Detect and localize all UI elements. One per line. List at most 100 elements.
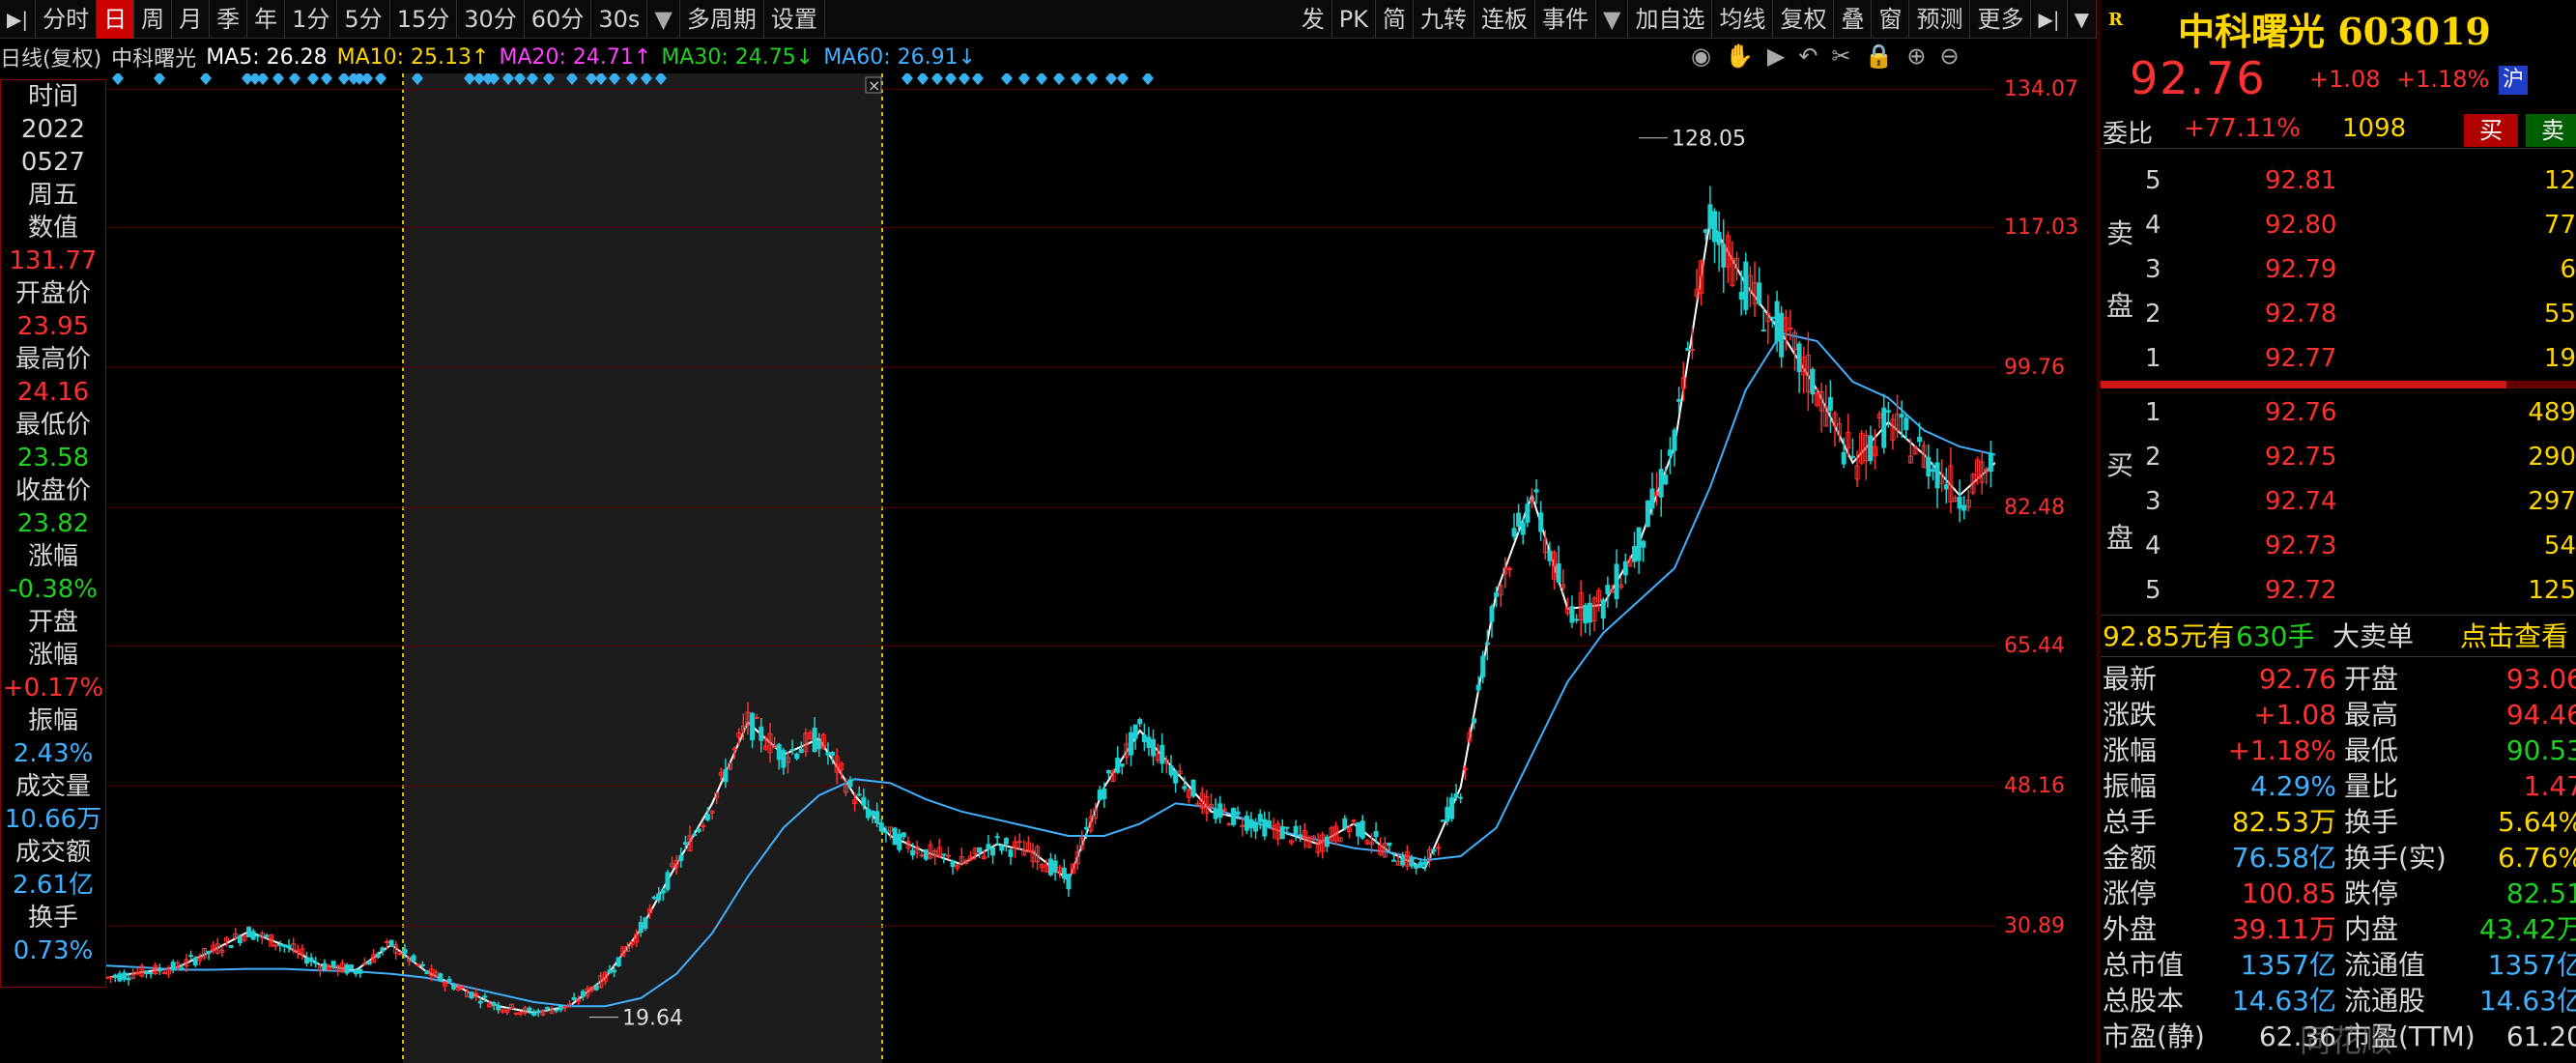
- big-order-price: 92.85元有: [2103, 620, 2235, 652]
- period-tab[interactable]: 30分: [457, 0, 525, 39]
- eye-icon[interactable]: ◉: [1691, 43, 1711, 70]
- stat-value: 14.63亿: [2231, 985, 2336, 1017]
- period-tab[interactable]: 1分: [285, 0, 338, 39]
- toolbar-button[interactable]: 预测: [1909, 0, 1971, 39]
- period-tab[interactable]: 分时: [36, 0, 98, 39]
- toolbar-button[interactable]: 均线: [1712, 0, 1774, 39]
- candle-body: [1414, 864, 1419, 869]
- ma10-label[interactable]: MA10: 25.13↑: [337, 45, 490, 70]
- candle-body: [758, 726, 764, 741]
- book-row[interactable]: 2 92.75 290: [2101, 435, 2576, 479]
- toolbar-button[interactable]: 连板: [1474, 0, 1536, 39]
- price-tick-label: 65.44: [2004, 634, 2065, 659]
- candle-body: [1961, 504, 1967, 511]
- ma20-label[interactable]: MA20: 24.71↑: [499, 45, 651, 70]
- candle-body: [1645, 500, 1650, 528]
- candle-body: [1707, 204, 1713, 229]
- period-tab[interactable]: 15分: [390, 0, 458, 39]
- event-dropdown-icon[interactable]: ▼: [1596, 0, 1629, 39]
- toolbar-button[interactable]: 发: [1295, 0, 1332, 39]
- play-icon[interactable]: ▶: [1767, 43, 1785, 70]
- candle-body: [1885, 410, 1891, 413]
- book-price: 92.77: [2265, 344, 2337, 373]
- toolbar-button[interactable]: PK: [1332, 0, 1377, 39]
- period-tab[interactable]: 30s: [591, 0, 648, 39]
- candle-body: [1605, 585, 1611, 594]
- ma60-label[interactable]: MA60: 26.91↓: [823, 45, 976, 70]
- kline-chart[interactable]: × 128.05 19.64: [106, 73, 1995, 1063]
- toolbar-button[interactable]: 简: [1376, 0, 1415, 39]
- big-order-row[interactable]: 92.85元有 630手 大卖单 点击查看: [2101, 615, 2576, 657]
- book-row[interactable]: 1 92.76 489: [2101, 390, 2576, 435]
- info-cell: 收盘价: [14, 476, 91, 505]
- big-order-link[interactable]: 点击查看: [2460, 616, 2568, 658]
- toolbar-button[interactable]: 九转: [1414, 0, 1475, 39]
- book-row[interactable]: 5 92.72 125: [2101, 568, 2576, 613]
- book-row[interactable]: 3 92.74 297: [2101, 479, 2576, 524]
- zoom-in-icon[interactable]: ⊕: [1906, 43, 1926, 70]
- candle-body: [250, 931, 256, 940]
- rating-flag: R: [2108, 10, 2123, 30]
- price-tick-label: 117.03: [2004, 215, 2078, 241]
- candle-body: [188, 955, 194, 958]
- toolbar-button[interactable]: 事件: [1535, 0, 1597, 39]
- candle-body: [1387, 842, 1392, 847]
- book-row[interactable]: 4 92.73 54: [2101, 524, 2576, 568]
- period-tab[interactable]: 多周期: [680, 0, 764, 39]
- candle-body: [1516, 512, 1522, 528]
- undo-icon[interactable]: ↶: [1798, 43, 1818, 70]
- period-tab[interactable]: 5分: [337, 0, 390, 39]
- candle-body: [1743, 261, 1749, 310]
- candle-body: [1827, 397, 1833, 411]
- buy-button[interactable]: 买: [2464, 114, 2518, 147]
- book-row[interactable]: 4 92.80 77: [2101, 203, 2576, 247]
- price-tick-label: 48.16: [2004, 774, 2065, 799]
- weibi-row: 委比 +77.11% 1098 买 卖: [2101, 110, 2576, 149]
- zoom-out-icon[interactable]: ⊖: [1940, 43, 1960, 70]
- ma30-label[interactable]: MA30: 24.75↓: [661, 45, 814, 70]
- book-level: 2: [2145, 300, 2161, 329]
- book-row[interactable]: 1 92.77 19: [2101, 336, 2576, 381]
- price-change: +1.08: [2309, 66, 2381, 93]
- ma5-label[interactable]: MA5: 26.28: [206, 45, 327, 70]
- period-tab[interactable]: 60分: [525, 0, 592, 39]
- scissors-icon[interactable]: ✂: [1831, 43, 1850, 70]
- period-tab[interactable]: 月: [172, 0, 211, 39]
- toolbar-button[interactable]: 窗: [1872, 0, 1910, 39]
- sell-button[interactable]: 卖: [2526, 114, 2576, 147]
- period-dropdown-icon[interactable]: ▼: [647, 0, 680, 39]
- candle-body: [1284, 826, 1290, 829]
- book-row[interactable]: 2 92.78 55: [2101, 292, 2576, 336]
- candle-body: [192, 957, 198, 966]
- period-tab[interactable]: 日: [97, 0, 135, 39]
- toolbar-button[interactable]: 叠: [1834, 0, 1873, 39]
- book-row[interactable]: 3 92.79 6: [2101, 247, 2576, 292]
- stat-row: 涨幅 +1.18% 最低 90.53: [2101, 733, 2576, 768]
- candle-body: [1587, 602, 1592, 623]
- toolbar-button[interactable]: 复权: [1773, 0, 1835, 39]
- lock-icon[interactable]: 🔒: [1865, 43, 1894, 70]
- period-tab[interactable]: 周: [134, 0, 173, 39]
- candle-body: [1128, 732, 1133, 756]
- collapse-left-icon[interactable]: ▶|: [0, 0, 37, 39]
- period-tab[interactable]: 季: [210, 0, 248, 39]
- book-volume: 77: [2543, 211, 2576, 240]
- candle-body: [919, 854, 925, 857]
- candle-body: [1360, 820, 1365, 839]
- stat-value: 92.76: [2258, 663, 2336, 695]
- toolbar-button[interactable]: 加自选: [1628, 0, 1713, 39]
- candle-body: [1667, 449, 1673, 456]
- period-tab[interactable]: 年: [247, 0, 286, 39]
- stat-value: 4.29%: [2250, 770, 2336, 802]
- hand-icon[interactable]: ✋: [1725, 43, 1754, 70]
- candle-body: [865, 808, 871, 819]
- event-marker-icon: [931, 73, 943, 85]
- candle-body: [1788, 328, 1793, 330]
- candle-body: [1622, 560, 1628, 576]
- book-row[interactable]: 5 92.81 12: [2101, 158, 2576, 203]
- book-separator: [2101, 381, 2506, 388]
- period-tab[interactable]: 设置: [764, 0, 825, 39]
- candle-body: [330, 961, 336, 967]
- candle-body: [384, 940, 389, 943]
- candle-body: [1769, 316, 1775, 319]
